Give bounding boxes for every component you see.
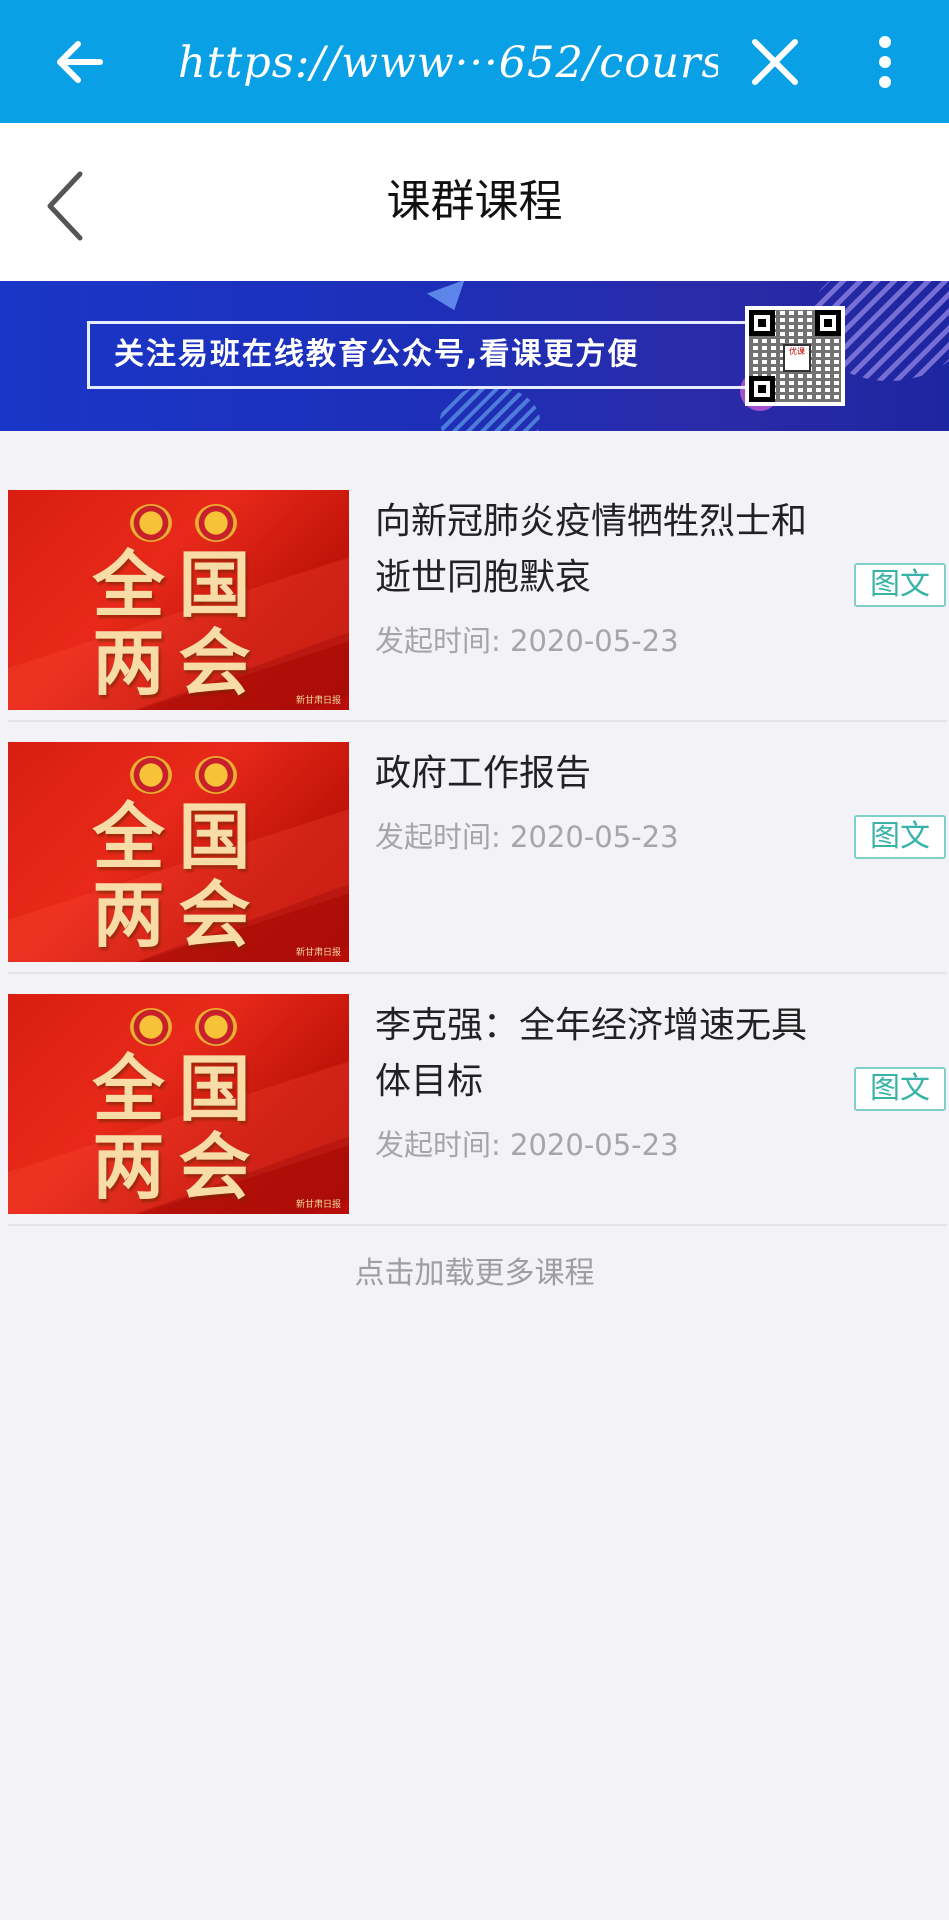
course-list: 全国 两会 新甘肃日报 向新冠肺炎疫情牺牲烈士和逝世同胞默哀 发起时间: 202… xyxy=(0,470,949,1226)
thumbnail-source: 新甘肃日报 xyxy=(295,1200,341,1210)
course-date: 发起时间: 2020-05-23 xyxy=(375,1128,679,1162)
cppcc-emblem-icon xyxy=(195,1008,237,1046)
stripe-decoration xyxy=(440,386,540,431)
load-more-button[interactable]: 点击加载更多课程 xyxy=(0,1248,949,1292)
thumbnail-source: 新甘肃日报 xyxy=(295,696,341,706)
thumbnail-text-line2: 两会 xyxy=(92,873,265,957)
national-emblem-icon xyxy=(130,1008,172,1046)
course-date: 发起时间: 2020-05-23 xyxy=(375,624,679,658)
list-item[interactable]: 全国 两会 新甘肃日报 政府工作报告 发起时间: 2020-05-23 图文 xyxy=(0,722,949,974)
more-vertical-icon[interactable] xyxy=(865,32,905,92)
arrow-left-icon[interactable] xyxy=(50,32,110,92)
course-date: 发起时间: 2020-05-23 xyxy=(375,820,679,854)
qr-center-label: 优课 xyxy=(783,344,811,372)
list-item[interactable]: 全国 两会 新甘肃日报 向新冠肺炎疫情牺牲烈士和逝世同胞默哀 发起时间: 202… xyxy=(0,470,949,722)
national-emblem-icon xyxy=(130,756,172,794)
course-title[interactable]: 向新冠肺炎疫情牺牲烈士和逝世同胞默哀 xyxy=(375,494,835,606)
type-badge: 图文 xyxy=(854,815,946,859)
course-thumbnail[interactable]: 全国 两会 新甘肃日报 xyxy=(8,994,349,1214)
thumbnail-text-line1: 全国 xyxy=(92,543,265,627)
type-badge: 图文 xyxy=(854,563,946,607)
close-icon[interactable] xyxy=(745,32,805,92)
thumbnail-text-line1: 全国 xyxy=(92,1047,265,1131)
qr-code-icon: 优课 xyxy=(745,306,845,406)
national-emblem-icon xyxy=(130,504,172,542)
course-title[interactable]: 李克强：全年经济增速无具体目标 xyxy=(375,998,835,1110)
list-item[interactable]: 全国 两会 新甘肃日报 李克强：全年经济增速无具体目标 发起时间: 2020-0… xyxy=(0,974,949,1226)
divider xyxy=(8,1224,947,1226)
url-display[interactable]: https://www···652/courses xyxy=(178,28,718,98)
thumbnail-source: 新甘肃日报 xyxy=(295,948,341,958)
course-thumbnail[interactable]: 全国 两会 新甘肃日报 xyxy=(8,742,349,962)
thumbnail-text-line2: 两会 xyxy=(92,621,265,705)
banner-text: 关注易班在线教育公众号,看课更方便 xyxy=(87,321,757,389)
cppcc-emblem-icon xyxy=(195,756,237,794)
thumbnail-text-line2: 两会 xyxy=(92,1125,265,1209)
thumbnail-text-line1: 全国 xyxy=(92,795,265,879)
page-title: 课群课程 xyxy=(386,176,563,227)
course-thumbnail[interactable]: 全国 两会 新甘肃日报 xyxy=(8,490,349,710)
chevron-left-icon[interactable] xyxy=(40,168,90,243)
type-badge: 图文 xyxy=(854,1067,946,1111)
course-title[interactable]: 政府工作报告 xyxy=(375,746,835,802)
triangle-decoration xyxy=(426,281,474,318)
page-header: 课群课程 xyxy=(0,123,949,281)
browser-toolbar: https://www···652/courses xyxy=(0,0,949,123)
cppcc-emblem-icon xyxy=(195,504,237,542)
promo-banner[interactable]: 关注易班在线教育公众号,看课更方便 优课 xyxy=(0,281,949,431)
